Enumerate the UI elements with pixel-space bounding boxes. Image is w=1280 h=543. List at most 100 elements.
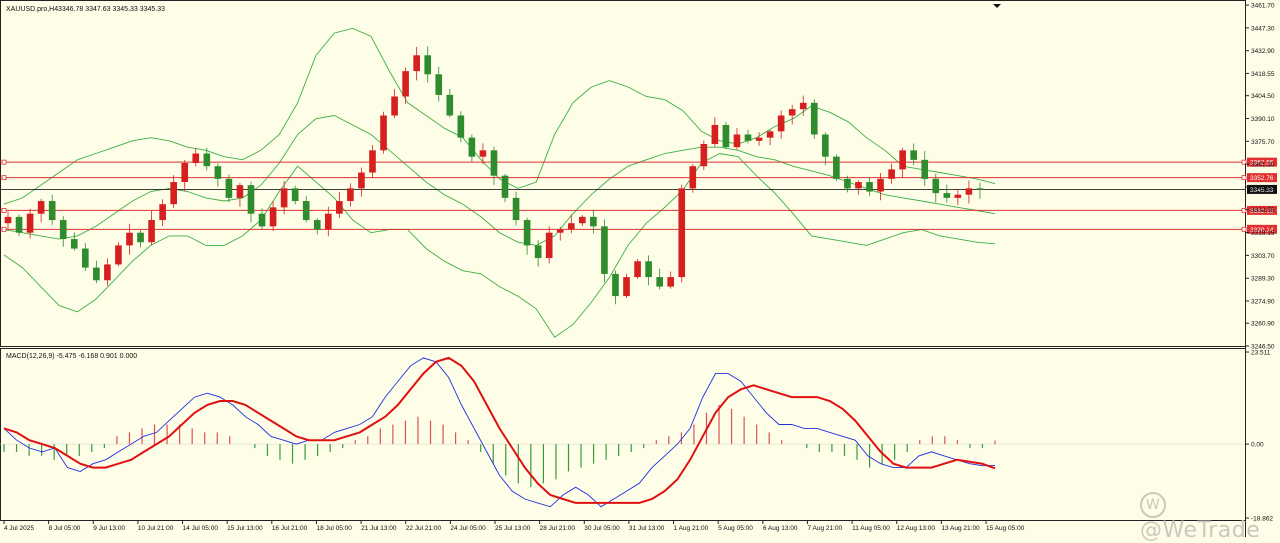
candle-body <box>733 134 741 148</box>
level-handle <box>1241 175 1247 181</box>
symbol-label: XAUUSD.pro,H4 <box>6 6 58 13</box>
price-tick-label: 3289.30 <box>1251 276 1275 283</box>
candle-body <box>921 159 929 179</box>
wetrade-logo-icon: W <box>1140 492 1166 518</box>
time-tick-label: 1 Aug 21:00 <box>674 525 709 532</box>
candle-body <box>965 188 973 195</box>
time-tick-label: 25 Jul 13:00 <box>495 525 531 532</box>
candle-body <box>810 102 818 135</box>
candle-body <box>932 178 940 194</box>
time-tick-label: 28 Jul 21:00 <box>540 525 576 532</box>
price-tick-label: 3318.15 <box>1251 230 1275 237</box>
candle-body <box>159 204 166 221</box>
time-tick-label: 24 Jul 05:00 <box>450 525 486 532</box>
watermark-text: @WeTrade <box>1140 518 1261 543</box>
candle-body <box>324 213 332 230</box>
price-tick-label: 3332.55 <box>1251 207 1275 214</box>
candle-body <box>612 273 619 297</box>
price-tick-label: 3418.55 <box>1251 71 1275 78</box>
candle-body <box>15 216 23 233</box>
level-handle <box>1 207 7 213</box>
time-tick-label: 10 Jul 21:00 <box>138 525 174 532</box>
candle-body <box>258 213 266 227</box>
candle-body <box>943 193 951 198</box>
candle-body <box>645 261 652 278</box>
time-tick-label: 5 Aug 05:00 <box>718 525 753 532</box>
candle-body <box>601 226 608 274</box>
price-tick-label: 3274.90 <box>1251 299 1275 306</box>
level-handle <box>1 159 7 165</box>
candle-body <box>590 216 597 227</box>
candle-body <box>556 229 564 233</box>
candle-body <box>48 201 56 221</box>
candle-body <box>358 172 365 189</box>
candle-body <box>37 201 45 214</box>
macd-tick-label: 0.00 <box>1251 442 1264 449</box>
time-tick-label: 6 Aug 13:00 <box>763 525 798 532</box>
candle-body <box>490 150 498 176</box>
candle-body <box>336 201 343 214</box>
candle-body <box>545 232 553 259</box>
price-tick-label: 3447.30 <box>1251 25 1275 32</box>
time-tick-label: 31 Jul 13:00 <box>629 525 665 532</box>
price-tick-label: 3461.70 <box>1251 3 1275 10</box>
price-tick-label: 3346.95 <box>1251 184 1275 191</box>
candle-body <box>214 166 222 179</box>
candle-body <box>744 134 752 141</box>
candle-body <box>844 178 851 189</box>
level-handle <box>1 175 7 181</box>
candle-body <box>888 169 895 179</box>
candle-body <box>954 194 962 198</box>
candle-body <box>976 188 984 190</box>
candle-body <box>435 74 443 95</box>
candle-body <box>4 216 12 224</box>
candle-body <box>148 220 155 243</box>
candle-body <box>766 131 774 138</box>
candle-body <box>347 188 354 202</box>
price-tick-label: 3432.90 <box>1251 48 1275 55</box>
candle-body <box>799 102 807 110</box>
candle-body <box>70 239 78 249</box>
candle-body <box>512 197 520 221</box>
candle-body <box>302 201 310 221</box>
time-tick-label: 21 Jul 13:00 <box>361 525 397 532</box>
level-handle <box>1241 159 1247 165</box>
candle-body <box>822 134 829 157</box>
candle-body <box>192 153 200 164</box>
candle-body <box>711 124 719 145</box>
price-tick-label: 3375.70 <box>1251 139 1275 146</box>
candle-body <box>424 55 432 75</box>
candle-body <box>479 150 487 157</box>
candle-body <box>777 115 785 132</box>
candle-body <box>567 223 575 230</box>
time-tick-label: 16 Jul 21:00 <box>272 525 308 532</box>
candle-body <box>855 182 862 189</box>
candle-body <box>280 188 288 208</box>
candle-body <box>402 71 409 97</box>
candle-body <box>579 216 586 224</box>
candle-body <box>866 182 873 192</box>
candle-body <box>523 220 531 246</box>
candle-body <box>137 232 144 243</box>
candle-body <box>391 96 398 116</box>
level-handle <box>1 226 7 232</box>
candle-body <box>59 220 67 240</box>
watermark: W@WeTrade <box>1140 492 1280 543</box>
candle-body <box>115 245 122 265</box>
candle-body <box>877 178 884 192</box>
price-tick-label: 3404.50 <box>1251 93 1275 100</box>
time-tick-label: 22 Jul 21:00 <box>406 525 442 532</box>
candle-body <box>236 185 244 198</box>
candle-body <box>269 207 277 227</box>
chart-window[interactable]: 3362.55 3352.76 3332.10 3320.14 3345.33 3461… <box>0 0 1280 543</box>
candle-body <box>623 277 630 297</box>
level-price-label: 3352.76 <box>1250 175 1274 182</box>
time-tick-label: 8 Jul 05:00 <box>49 525 81 532</box>
candle-body <box>413 55 420 72</box>
candle-body <box>656 277 663 287</box>
candle-body <box>380 115 387 151</box>
candle-body <box>755 137 763 141</box>
candle-body <box>910 150 917 160</box>
price-chart-svg[interactable]: 3362.553352.763332.103320.143345.33 3461… <box>0 0 1280 537</box>
candle-body <box>689 166 697 189</box>
